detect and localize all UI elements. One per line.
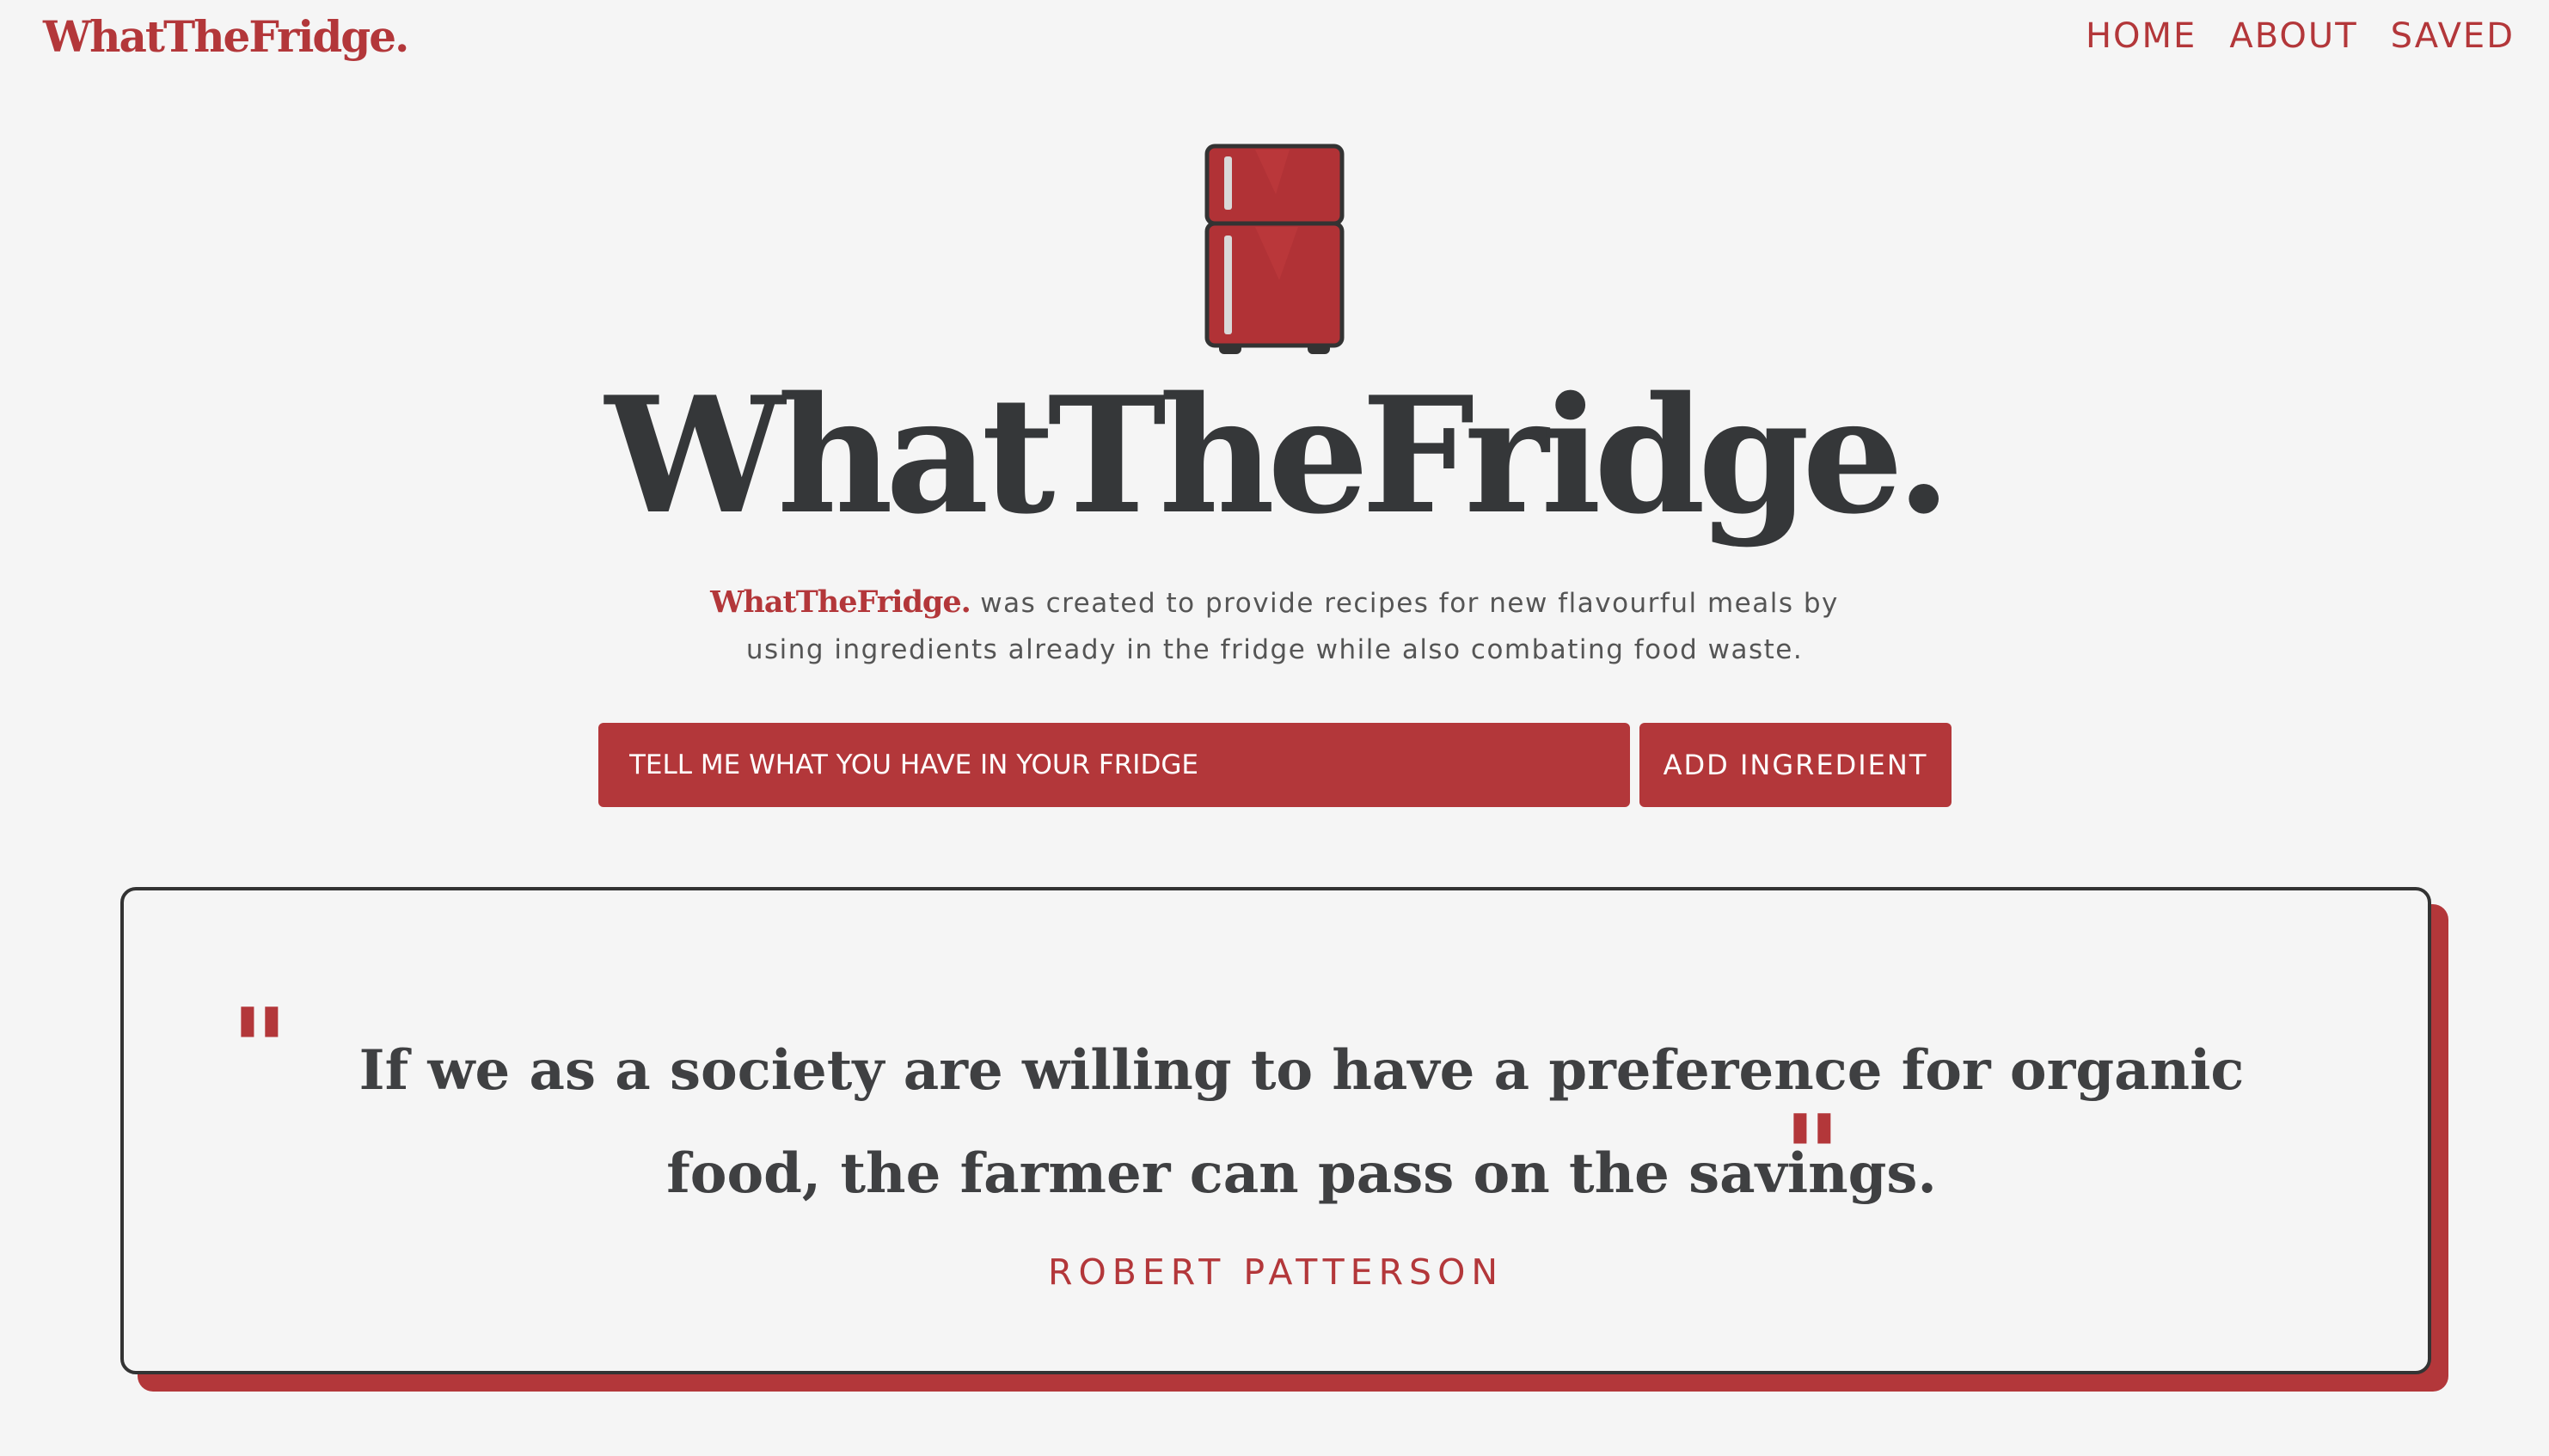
fridge-icon [1204,144,1345,354]
quote-text: If we as a society are willing to have a… [358,1038,2245,1206]
nav-about-link[interactable]: ABOUT [2229,10,2357,62]
main-nav: HOME ABOUT SAVED [2086,10,2515,62]
close-quote-mark: " [1783,1090,1841,1221]
open-quote-mark: " [230,983,289,1115]
quote-author: ROBERT PATTERSON [1047,1251,1504,1293]
hero-title: WhatTheFridge. [604,361,1952,549]
ingredient-input[interactable] [598,723,1630,807]
tagline-brand: WhatTheFridge. [710,584,971,620]
add-ingredient-button[interactable]: ADD INGREDIENT [1639,723,1952,807]
quote-card: " If we as a society are willing to have… [120,887,2431,1374]
brand-logo-link[interactable]: WhatTheFridge. [43,7,409,67]
tagline: WhatTheFridge. was created to provide re… [671,579,1878,673]
nav-home-link[interactable]: HOME [2086,10,2197,62]
nav-saved-link[interactable]: SAVED [2391,10,2515,62]
